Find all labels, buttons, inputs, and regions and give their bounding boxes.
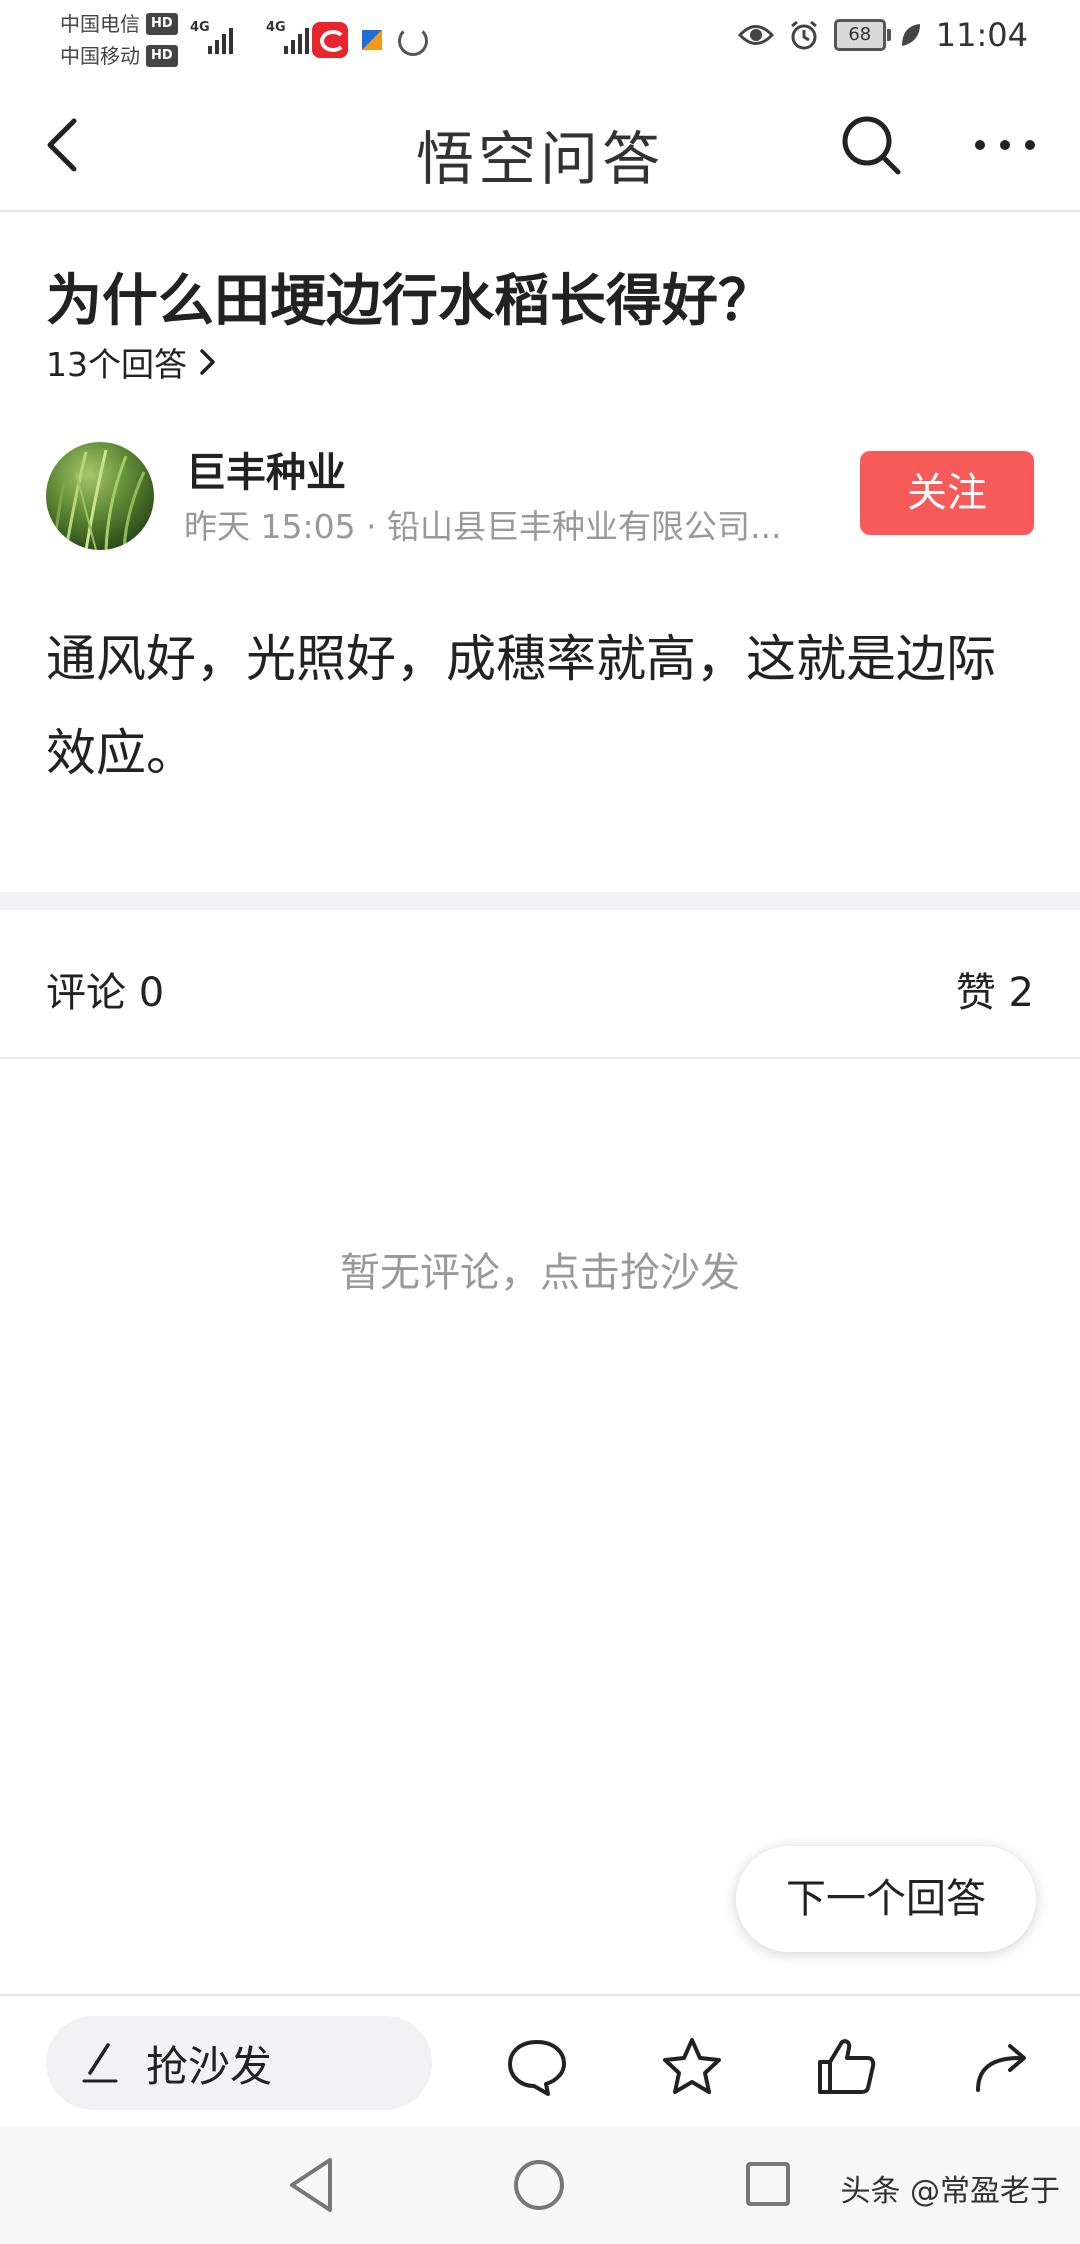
- network-type-2: 4G: [266, 20, 286, 35]
- hd-badge: HD: [146, 13, 178, 35]
- rice-plant-image: [52, 449, 146, 550]
- share-icon[interactable]: [970, 2034, 1036, 2100]
- answer-text: 通风好，光照好，成穗率就高，这就是边际效应。: [46, 630, 996, 782]
- chevron-right-icon: [200, 349, 215, 375]
- comment-input-placeholder: 抢沙发: [146, 2041, 273, 2091]
- carrier-info: 中国电信 HD 中国移动 HD: [60, 8, 178, 72]
- app-notification-icon: [312, 22, 348, 58]
- author-name[interactable]: 巨丰种业: [186, 440, 346, 498]
- app-notification-icon: [362, 30, 382, 50]
- top-nav-bar: 悟空问答: [0, 80, 1080, 212]
- answer-count-label: 13个回答: [46, 345, 187, 384]
- app-title: 悟空问答: [415, 125, 664, 193]
- battery-icon: 68: [833, 19, 891, 51]
- system-recent-apps-icon[interactable]: [744, 2160, 792, 2208]
- follow-button[interactable]: 关注: [860, 451, 1034, 535]
- star-icon[interactable]: [659, 2034, 725, 2100]
- like-count[interactable]: 赞 2: [956, 960, 1034, 1018]
- signal-strength-icon: 4G: [190, 18, 244, 58]
- divider: [0, 1057, 1080, 1059]
- pen-icon: [82, 2043, 118, 2083]
- power-saving-leaf-icon: [901, 24, 920, 46]
- thumbs-up-icon[interactable]: [814, 2034, 880, 2100]
- network-type-1: 4G: [190, 20, 210, 35]
- comment-input[interactable]: 抢沙发: [46, 2016, 432, 2110]
- loading-icon: [398, 26, 428, 56]
- system-home-icon[interactable]: [512, 2158, 566, 2212]
- clock: 11:04: [935, 16, 1028, 54]
- empty-comments-message[interactable]: 暂无评论，点击抢沙发: [0, 1240, 1080, 1298]
- carrier-2-label: 中国移动: [60, 44, 140, 68]
- more-icon[interactable]: [970, 120, 1040, 170]
- signal-indicators: 4G 4G: [190, 18, 320, 58]
- system-back-icon[interactable]: [286, 2156, 336, 2214]
- eye-icon: [737, 25, 774, 45]
- watermark: 头条 @常盈老于: [840, 2174, 1060, 2209]
- hd-badge: HD: [146, 45, 178, 67]
- next-answer-button[interactable]: 下一个回答: [736, 1846, 1036, 1952]
- system-nav-bar: 头条 @常盈老于: [0, 2126, 1080, 2244]
- status-right: 68 11:04: [737, 16, 1028, 54]
- bottom-action-bar: 抢沙发: [0, 1994, 1080, 2126]
- avatar[interactable]: [46, 442, 154, 550]
- alarm-icon: [790, 20, 817, 50]
- section-divider: [0, 892, 1080, 910]
- search-icon[interactable]: [838, 112, 904, 178]
- comment-icon[interactable]: [504, 2034, 570, 2100]
- author-meta: 昨天 15:05 · 铅山县巨丰种业有限公司...: [184, 507, 782, 546]
- question-title[interactable]: 为什么田埂边行水稻长得好？: [46, 256, 774, 337]
- comment-count[interactable]: 评论 0: [46, 960, 164, 1018]
- carrier-1-label: 中国电信: [60, 12, 140, 36]
- status-bar: 中国电信 HD 中国移动 HD 4G 4G 68 11:04: [0, 0, 1080, 80]
- answer-count-link[interactable]: 13个回答: [46, 338, 219, 386]
